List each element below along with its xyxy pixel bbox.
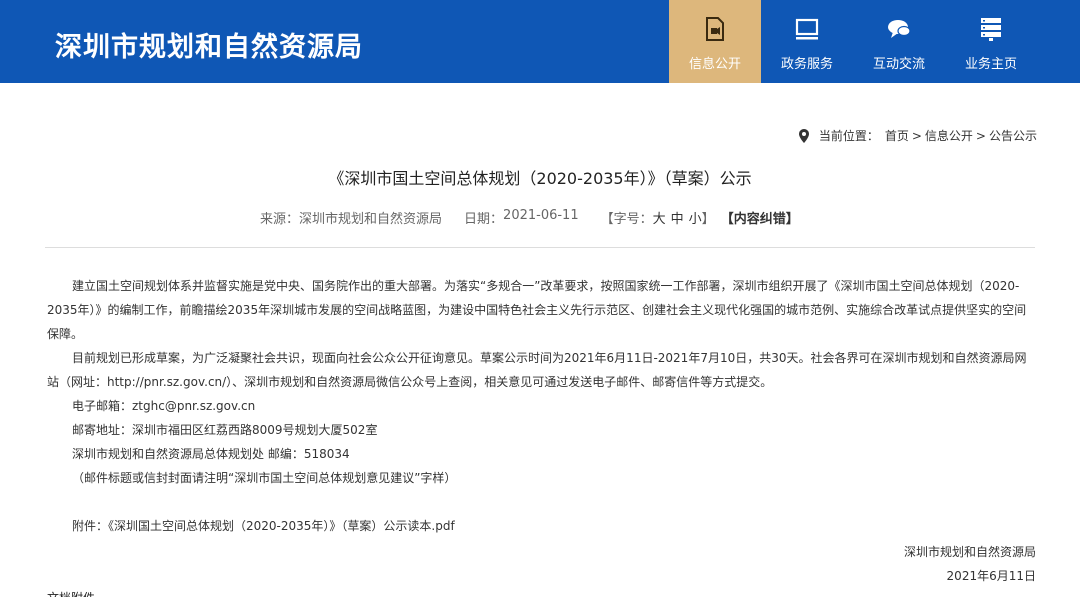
breadcrumb-prefix: 当前位置： [818,129,879,143]
contact-address: 邮寄地址：深圳市福田区红荔西路8009号规划大厦502室 [72,423,378,437]
nav-item-info-public[interactable]: 信息公开 [669,0,761,83]
document-icon [706,17,724,41]
breadcrumb-item-info-public[interactable]: 信息公开 [925,127,973,144]
chat-icon [888,20,911,38]
nav-label: 互动交流 [872,57,925,72]
font-size-medium-link[interactable]: 中 [671,208,684,227]
nav-item-business-home[interactable]: 业务主页 [945,0,1037,83]
server-icon [981,18,1001,41]
divider [45,247,1035,248]
article-meta: 来源： 深圳市规划和自然资源局 日期： 2021-06-11 【字号： 大 中 … [260,208,799,227]
site-header: 深圳市规划和自然资源局 信息公开 政务服务 互动交流 业务主页 [0,0,1080,83]
article-title: 《深圳市国土空间总体规划（2020-2035年）》（草案）公示 [328,169,752,188]
attachment-link[interactable]: 附件：《深圳国土空间总体规划（2020-2035年）》（草案）公示读本.pdf [72,517,455,534]
date-label: 日期： [464,212,504,227]
site-title[interactable]: 深圳市规划和自然资源局 [55,25,363,64]
source-label: 来源： [260,212,300,227]
contact-postcode: 深圳市规划和自然资源局总体规划处 邮编：518034 [72,447,350,461]
main-nav: 信息公开 政务服务 互动交流 业务主页 [669,0,1037,83]
breadcrumb-separator: > [975,128,986,143]
monitor-icon [795,18,819,40]
contact-email: 电子邮箱：ztghc@pnr.sz.gov.cn [72,399,256,413]
breadcrumb-item-home[interactable]: 首页 [885,127,909,144]
source-value: 深圳市规划和自然资源局 [299,212,443,227]
nav-label: 业务主页 [964,57,1017,72]
date-value: 2021-06-11 [503,208,579,223]
breadcrumb-item-notices[interactable]: 公告公示 [989,127,1037,144]
article-body: 建立国土空间规划体系并监督实施是党中央、国务院作出的重大部署。为落实“多规合一”… [47,274,1032,490]
signature-org: 深圳市规划和自然资源局 [903,545,1036,559]
paragraph: 目前规划已形成草案，为广泛凝聚社会共识，现面向社会公众公开征询意见。草案公示时间… [47,351,1027,389]
location-pin-icon [798,128,809,143]
signature-date: 2021年6月11日 [946,569,1036,583]
contact-note: （邮件标题或信封封面请注明“深圳市国土空间总体规划意见建议”字样） [72,471,457,485]
breadcrumb: 当前位置： 首页 > 信息公开 > 公告公示 [798,127,1037,144]
font-size-large-link[interactable]: 大 [653,208,666,227]
section-heading-attachments: 文档附件 [47,589,95,597]
nav-label: 信息公开 [688,57,741,72]
font-size-prefix: 【字号： [600,212,653,227]
breadcrumb-separator: > [911,128,922,143]
error-report-link[interactable]: 【内容纠错】 [721,208,799,227]
nav-item-interaction[interactable]: 互动交流 [853,0,945,83]
nav-label: 政务服务 [780,57,833,72]
paragraph: 建立国土空间规划体系并监督实施是党中央、国务院作出的重大部署。为落实“多规合一”… [47,279,1027,341]
font-size-small-link[interactable]: 小 [689,208,702,227]
nav-item-gov-services[interactable]: 政务服务 [761,0,853,83]
font-size-suffix: 】 [701,212,715,227]
